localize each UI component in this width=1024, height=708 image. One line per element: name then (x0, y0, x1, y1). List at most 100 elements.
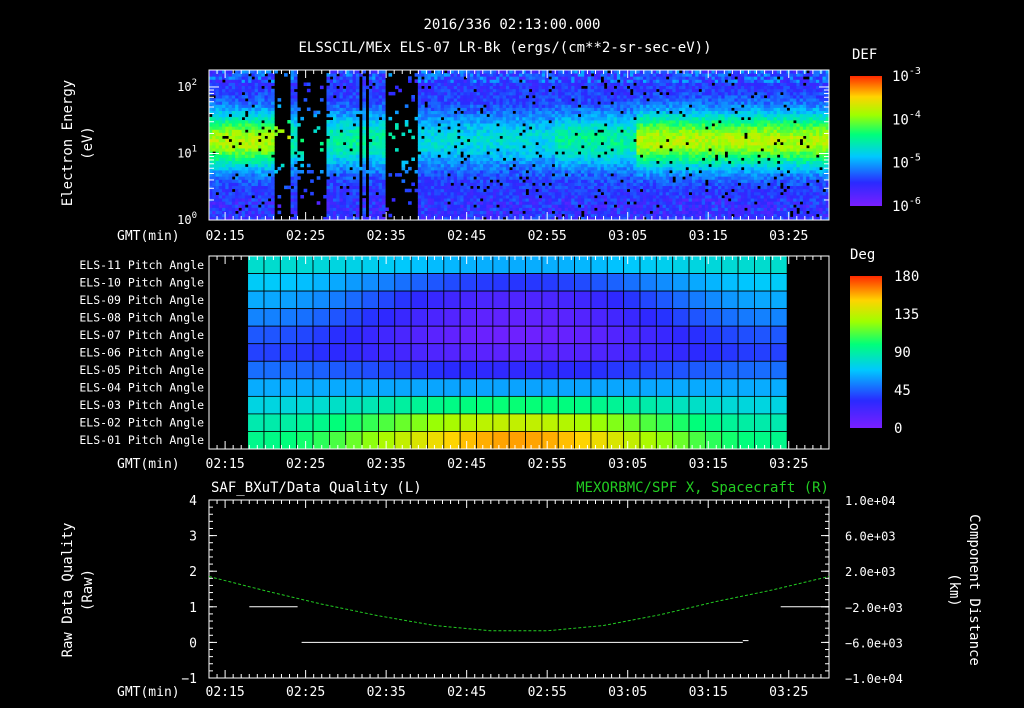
spectrogram-cell (238, 151, 243, 155)
spectrogram-cell (264, 95, 269, 99)
spectrogram-cell (342, 185, 347, 190)
spectrogram-cell (561, 185, 566, 190)
spectrogram-cell (571, 95, 575, 99)
spectrogram-cell (457, 195, 461, 199)
spectrogram-cell (460, 85, 464, 90)
spectrogram-cell (590, 182, 595, 187)
spectrogram-cell (329, 151, 334, 155)
spectrogram-cell (499, 141, 504, 146)
spectrogram-cell (453, 132, 458, 137)
spectrogram-cell (519, 148, 523, 152)
spectrogram-cell (241, 185, 246, 190)
spectrogram-cell (238, 113, 243, 118)
spectrogram-cell (427, 88, 432, 93)
spectrogram-cell (388, 116, 393, 121)
spectrogram-cell (218, 126, 223, 130)
spectrogram-cell (636, 176, 641, 180)
spectrogram-cell (231, 126, 236, 130)
spectrogram-cell (492, 154, 497, 158)
spectrogram-cell (545, 151, 549, 155)
spectrogram-cell (512, 88, 517, 93)
spectrogram-cell (339, 116, 344, 121)
spectrogram-cell (228, 107, 233, 112)
spectrogram-cell (362, 182, 367, 187)
spectrogram-cell (600, 82, 605, 87)
spectrogram-cell (290, 101, 295, 105)
spectrogram-cell (509, 154, 513, 158)
spectrogram-cell (564, 188, 569, 193)
spectrogram-cell (561, 126, 566, 130)
spectrogram-cell (548, 170, 553, 174)
spectrogram-cell (215, 176, 220, 180)
spectrogram-cell (261, 91, 265, 96)
spectrogram-cell (483, 166, 487, 171)
spectrogram-cell (463, 126, 468, 130)
spectrogram-cell (355, 163, 360, 168)
spectrogram-cell (293, 110, 298, 115)
spectrogram-cell (545, 116, 549, 121)
spectrogram-cell (512, 138, 517, 143)
spectrogram-cell (620, 73, 624, 77)
spectrogram-cell (479, 157, 484, 162)
spectrogram-cell (238, 88, 243, 93)
spectrogram-cell (453, 135, 458, 140)
spectrogram-cell (561, 148, 566, 152)
spectrogram-cell (443, 154, 448, 158)
spectrogram-cell (218, 104, 223, 108)
spectrogram-cell (515, 179, 520, 183)
spectrogram-cell (430, 182, 435, 187)
spectrogram-cell (414, 73, 419, 77)
spectrogram-cell (607, 76, 611, 80)
spectrogram-cell (483, 85, 487, 90)
spectrogram-cell (336, 207, 340, 212)
spectrogram-cell (215, 120, 220, 124)
spectrogram-cell (267, 123, 272, 127)
spectrogram-cell (535, 157, 539, 162)
spectrogram-cell (434, 110, 438, 115)
spectrogram-cell (525, 157, 530, 162)
spectrogram-cell (522, 198, 526, 202)
spectrogram-cell (437, 135, 442, 140)
spectrogram-cell (381, 188, 386, 193)
spectrogram-cell (633, 70, 637, 74)
spectrogram-cell (375, 138, 380, 143)
spectrogram-cell (261, 82, 265, 87)
spectrogram-cell (492, 185, 497, 190)
spectrogram-cell (476, 113, 481, 118)
spectrogram-cell (528, 210, 533, 215)
spectrogram-cell (525, 126, 530, 130)
spectrogram-cell (492, 204, 497, 208)
spectrogram-cell (421, 182, 425, 187)
spectrogram-cell (603, 185, 608, 190)
spectrogram-cell (626, 179, 631, 183)
spectrogram-cell (372, 198, 376, 202)
spectrogram-cell (554, 160, 559, 165)
spectrogram-cell (584, 179, 588, 183)
spectrogram-cell (261, 195, 265, 199)
spectrogram-cell (339, 79, 344, 83)
spectrogram-cell (522, 170, 526, 174)
spectrogram-cell (532, 198, 536, 202)
spectrogram-cell (470, 110, 474, 115)
spectrogram-cell (581, 110, 585, 115)
spectrogram-cell (238, 91, 243, 96)
spectrogram-cell (620, 85, 624, 90)
spectrogram-cell (470, 138, 474, 143)
spectrogram-cell (244, 132, 249, 137)
spectrogram-cell (231, 88, 236, 93)
spectrogram-cell (574, 154, 579, 158)
spectrogram-cell (460, 101, 464, 105)
spectrogram-cell (427, 182, 432, 187)
spectrogram-cell (545, 91, 549, 96)
spectrogram-cell (590, 95, 595, 99)
spectrogram-cell (293, 120, 298, 124)
spectrogram-cell (584, 138, 588, 143)
spectrogram-cell (613, 148, 618, 152)
spectrogram-cell (290, 188, 295, 193)
spectrogram-cell (346, 76, 350, 80)
spectrogram-cell (222, 204, 226, 208)
spectrogram-cell (235, 132, 239, 137)
spectrogram-cell (228, 116, 233, 121)
spectrogram-cell (528, 132, 533, 137)
spectrogram-cell (502, 73, 507, 77)
